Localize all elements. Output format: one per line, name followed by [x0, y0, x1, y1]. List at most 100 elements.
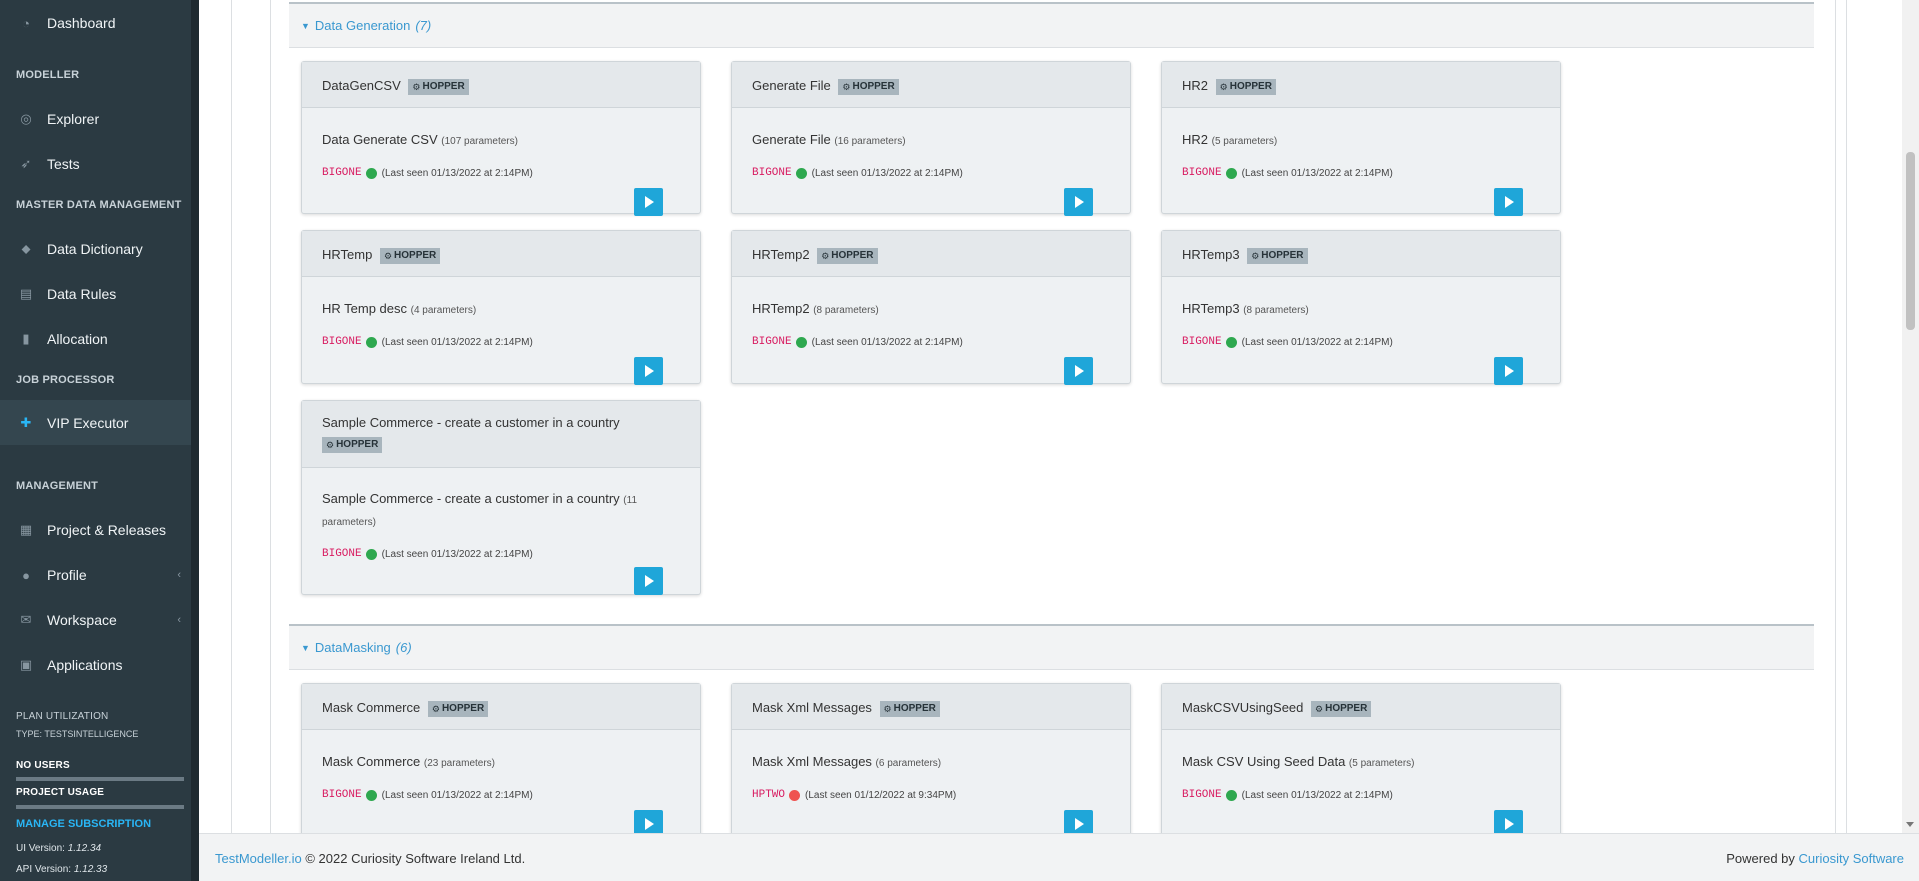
- run-button[interactable]: [1494, 357, 1523, 385]
- status-online-icon: [795, 336, 807, 348]
- project-usage-bar: [16, 805, 184, 809]
- job-card-hrtemp2: HRTemp2 ⚙ HOPPER HRTemp2 (8 parameters) B…: [731, 230, 1131, 385]
- agent-name: BIGONE: [322, 548, 362, 560]
- agent-name: BIGONE: [322, 336, 362, 348]
- job-title: HRTemp3: [1182, 247, 1240, 262]
- sidebar-item-project-releases[interactable]: ▦ Project & Releases: [0, 510, 191, 550]
- sidebar-item-tests[interactable]: ➶ Tests: [0, 144, 191, 184]
- sidebar-item-label: Dashboard: [47, 15, 116, 31]
- job-card-mask-commerce: Mask Commerce ⚙ HOPPER Mask Commerce (23 …: [301, 683, 701, 853]
- scroll-down-arrow-icon[interactable]: [1906, 822, 1914, 827]
- plan-type: TYPE: TESTSINTELLIGENCE: [16, 729, 139, 739]
- plan-utilization-title: PLAN UTILIZATION: [16, 711, 109, 722]
- job-description: HR2: [1182, 132, 1209, 147]
- status-online-icon: [365, 548, 377, 560]
- sidebar-item-label: Profile: [47, 567, 87, 583]
- puzzle-icon: ✚: [20, 414, 32, 430]
- gears-icon: ⚙: [412, 81, 421, 92]
- agent-name: BIGONE: [752, 336, 792, 348]
- play-icon: [1505, 818, 1514, 830]
- last-seen: (Last seen 01/13/2022 at 2:14PM): [381, 789, 533, 801]
- job-card-sample-commerce: Sample Commerce - create a customer in a…: [301, 400, 701, 595]
- play-icon: [1075, 365, 1084, 377]
- job-params: (8 parameters): [1243, 305, 1309, 316]
- inbox-icon: ✉: [20, 612, 32, 627]
- sidebar-item-data-dictionary[interactable]: ⬥ Data Dictionary: [0, 229, 191, 269]
- sidebar-item-label: Applications: [47, 657, 123, 673]
- page-scrollbar[interactable]: [1902, 0, 1919, 833]
- sidebar: ◔ Dashboard MODELLER ◎ Explorer ➶ Tests …: [0, 0, 199, 881]
- job-description: Sample Commerce - create a customer in a…: [322, 491, 620, 506]
- status-online-icon: [365, 336, 377, 348]
- tags-icon: ⬥: [21, 241, 31, 256]
- run-button[interactable]: [1064, 357, 1093, 385]
- job-description: Mask Commerce: [322, 754, 421, 769]
- last-seen: (Last seen 01/13/2022 at 2:14PM): [1241, 789, 1393, 801]
- job-title: DataGenCSV: [322, 78, 401, 93]
- job-description: Mask CSV Using Seed Data: [1182, 754, 1346, 769]
- hopper-badge: ⚙ HOPPER: [838, 78, 899, 95]
- play-icon: [1075, 196, 1084, 208]
- sidebar-item-dashboard[interactable]: ◔ Dashboard: [0, 3, 191, 43]
- agent-name: BIGONE: [322, 789, 362, 801]
- job-params: (107 parameters): [441, 136, 518, 147]
- hopper-badge: ⚙ HOPPER: [322, 436, 383, 453]
- hopper-badge: ⚙ HOPPER: [379, 247, 441, 264]
- agent-name: HPTWO: [752, 789, 786, 801]
- section-modeller: MODELLER: [16, 69, 80, 81]
- run-button[interactable]: [634, 567, 663, 595]
- sidebar-item-explorer[interactable]: ◎ Explorer: [0, 99, 191, 139]
- gears-icon: ⚙: [383, 250, 393, 261]
- sidebar-item-vip-executor[interactable]: ✚ VIP Executor: [0, 400, 191, 445]
- gears-icon: ⚙: [842, 81, 851, 92]
- status-online-icon: [365, 167, 377, 179]
- play-icon: [1505, 365, 1514, 377]
- hopper-badge: ⚙ HOPPER: [427, 700, 489, 717]
- sidebar-item-label: Allocation: [47, 331, 108, 347]
- play-icon: [645, 818, 654, 830]
- last-seen: (Last seen 01/13/2022 at 2:14PM): [1241, 336, 1393, 348]
- company-link[interactable]: Curiosity Software: [1799, 851, 1904, 866]
- group-count: (6): [395, 640, 412, 655]
- hopper-badge: ⚙ HOPPER: [879, 700, 940, 717]
- section-management: MANAGEMENT: [16, 480, 99, 492]
- sidebar-item-label: Data Dictionary: [47, 241, 143, 257]
- manage-subscription-link[interactable]: MANAGE SUBSCRIPTION: [16, 818, 151, 830]
- brand-link[interactable]: TestModeller.io: [215, 851, 302, 866]
- run-button[interactable]: [634, 188, 663, 216]
- job-title: Mask Xml Messages: [752, 700, 872, 715]
- caret-down-icon: ▼: [301, 642, 310, 653]
- job-card-hrtemp: HRTemp ⚙ HOPPER HR Temp desc (4 parameter…: [301, 230, 701, 385]
- sidebar-item-label: VIP Executor: [47, 414, 129, 431]
- scrollbar-thumb[interactable]: [1906, 152, 1915, 330]
- gears-icon: ⚙: [1219, 81, 1228, 92]
- sidebar-item-label: Tests: [47, 156, 80, 172]
- job-card-datagencsv: DataGenCSV ⚙ HOPPER Data Generate CSV (10…: [301, 61, 701, 216]
- group-header-datamasking[interactable]: ▼ DataMasking (6): [289, 624, 1814, 670]
- status-online-icon: [1225, 336, 1237, 348]
- job-title: Generate File: [752, 78, 831, 93]
- sidebar-item-allocation[interactable]: ▮ Allocation: [0, 319, 191, 359]
- sidebar-item-workspace[interactable]: ✉ Workspace ‹: [0, 600, 191, 640]
- last-seen: (Last seen 01/13/2022 at 2:14PM): [381, 167, 533, 179]
- object-group-icon: ▣: [19, 657, 33, 672]
- sidebar-item-applications[interactable]: ▣ Applications: [0, 645, 191, 685]
- job-title: Sample Commerce - create a customer in a…: [322, 415, 620, 430]
- job-params: (8 parameters): [813, 305, 879, 316]
- group-header-data-generation[interactable]: ▼ Data Generation (7): [289, 2, 1814, 48]
- sidebar-item-label: Project & Releases: [47, 522, 167, 538]
- job-description: Data Generate CSV: [322, 132, 438, 147]
- sidebar-item-data-rules[interactable]: ▤ Data Rules: [0, 274, 191, 314]
- run-button[interactable]: [1064, 188, 1093, 216]
- sidebar-item-profile[interactable]: ● Profile ‹: [0, 555, 191, 595]
- ui-version: UI Version: 1.12.34: [16, 843, 102, 854]
- job-title: MaskCSVUsingSeed: [1182, 700, 1304, 715]
- sidebar-scrollbar[interactable]: [191, 0, 199, 881]
- run-button[interactable]: [1494, 188, 1523, 216]
- play-icon: [1505, 196, 1514, 208]
- run-button[interactable]: [634, 357, 663, 385]
- job-params: (16 parameters): [834, 136, 906, 147]
- group-count: (7): [415, 18, 432, 33]
- play-icon: [645, 575, 654, 587]
- users-usage-bar: [16, 777, 184, 781]
